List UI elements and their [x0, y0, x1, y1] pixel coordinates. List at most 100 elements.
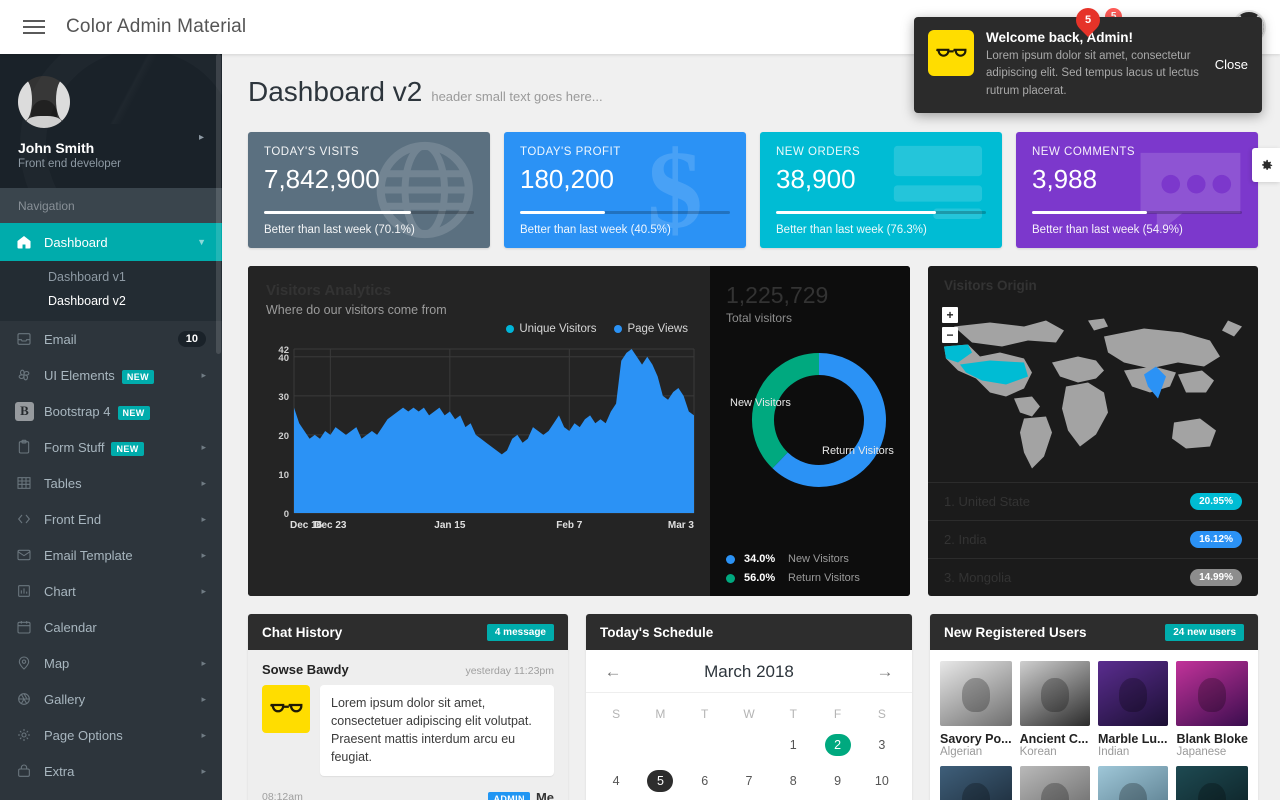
chat-timestamp: 08:12am: [262, 791, 303, 800]
sidebar-item-login-register[interactable]: Login & Register ▸: [0, 789, 222, 800]
sidebar-item-map[interactable]: Map ▸: [0, 645, 222, 681]
svg-text:20: 20: [278, 431, 289, 442]
calendar-day[interactable]: 6: [683, 763, 727, 799]
sidebar-new-tag: NEW: [121, 369, 155, 384]
calendar-day[interactable]: 5: [638, 763, 682, 799]
stat-card-new-orders[interactable]: NEW ORDERS 38,900 Better than last week …: [760, 132, 1002, 248]
arrow-right-icon[interactable]: →: [874, 662, 896, 682]
calendar-day[interactable]: 7: [727, 763, 771, 799]
zoom-in-button[interactable]: +: [942, 307, 958, 323]
sidebar-item-front-end[interactable]: Front End ▸: [0, 501, 222, 537]
zoom-out-button[interactable]: −: [942, 327, 958, 343]
sidebar-profile[interactable]: John Smith Front end developer ▸: [0, 54, 222, 188]
toast-close-button[interactable]: Close: [1211, 57, 1248, 72]
sidebar-item-dashboard[interactable]: Dashboard ▼: [0, 223, 222, 261]
sidebar-item-tables[interactable]: Tables ▸: [0, 465, 222, 501]
origin-row[interactable]: 2. India 16.12%: [928, 520, 1258, 558]
user-nationality: Algerian: [940, 746, 983, 758]
user-cell[interactable]: Blank Bloke Japanese: [1176, 661, 1248, 758]
arrow-left-icon[interactable]: ←: [602, 662, 624, 682]
bar-chart-icon: [16, 583, 44, 599]
page-subtitle: header small text goes here...: [431, 89, 603, 104]
world-map[interactable]: + −: [928, 299, 1258, 482]
sidebar-item-chart[interactable]: Chart ▸: [0, 573, 222, 609]
bag-icon: [16, 763, 44, 779]
svg-text:Jan 15: Jan 15: [434, 520, 466, 531]
toast-body: Lorem ipsum dolor sit amet, consectetur …: [986, 50, 1199, 97]
donut-key-label: Return Visitors: [788, 572, 860, 584]
legend-page-views[interactable]: Page Views: [614, 323, 688, 335]
user-cell[interactable]: Savory Po... Algerian: [940, 661, 1012, 758]
calendar-header: ← March 2018 →: [586, 650, 912, 693]
calendar-day[interactable]: 10: [860, 763, 904, 799]
origin-row[interactable]: 3. Mongolia 14.99%: [928, 558, 1258, 596]
chevron-down-icon: ▼: [197, 237, 206, 247]
origin-row[interactable]: 1. United State 20.95%: [928, 482, 1258, 520]
chat-message-list[interactable]: Sowse Bawdy yesterday 11:23pm Lorem ipsu…: [248, 650, 568, 800]
sidebar-item-page-options[interactable]: Page Options ▸: [0, 717, 222, 753]
users-grid: Savory Po... Algerian Ancient C... Korean Ma…: [940, 661, 1248, 800]
sidebar-item-gallery[interactable]: Gallery ▸: [0, 681, 222, 717]
chevron-right-icon: ▸: [201, 585, 206, 596]
user-cell[interactable]: [1176, 766, 1248, 800]
origin-country: 2. India: [944, 532, 987, 547]
sidebar-item-email[interactable]: Email 10: [0, 321, 222, 357]
map-zoom-controls: + −: [942, 307, 958, 347]
sidebar-scrollbar[interactable]: [216, 54, 221, 354]
calendar-blank: [727, 727, 771, 763]
user-cell[interactable]: [1019, 766, 1090, 800]
hamburger-icon[interactable]: [8, 0, 60, 54]
sidebar-item-bootstrap-4[interactable]: B Bootstrap 4 NEW: [0, 393, 222, 429]
origin-percent-badge: 14.99%: [1190, 569, 1242, 586]
sidebar-heading: Navigation: [0, 188, 222, 223]
donut-pct: 34.0%: [744, 553, 776, 565]
calendar-day[interactable]: 3: [860, 727, 904, 763]
bottom-row: Chat History 4 message Sowse Bawdy yeste…: [248, 614, 1258, 800]
sidebar-item-ui-elements[interactable]: UI Elements NEW ▸: [0, 357, 222, 393]
stat-footnote: Better than last week (40.5%): [520, 224, 671, 236]
user-name: Ancient C...: [1019, 732, 1089, 746]
user-cell[interactable]: Ancient C... Korean: [1019, 661, 1090, 758]
user-photo: [1176, 661, 1248, 726]
settings-gear-icon[interactable]: [1252, 148, 1280, 182]
sidebar-item-text: Bootstrap 4: [44, 403, 111, 419]
sidebar-item-form-stuff[interactable]: Form Stuff NEW ▸: [0, 429, 222, 465]
sidebar-subitem-dashboard-v2[interactable]: Dashboard v2: [0, 289, 222, 313]
chevron-right-icon: ▸: [201, 693, 206, 704]
user-cell[interactable]: Marble Lu... Indian: [1098, 661, 1169, 758]
visitors-origin-panel: Visitors Origin + − 1. United State 20.9…: [928, 266, 1258, 596]
calendar-day[interactable]: 4: [594, 763, 638, 799]
donut-chart-svg: [752, 353, 886, 487]
bootstrap-icon: B: [15, 401, 44, 421]
sidebar-user-role: Front end developer: [18, 158, 121, 170]
user-nationality: Japanese: [1176, 746, 1227, 758]
stat-card-todays-visits[interactable]: TODAY'S VISITS 7,842,900 Better than las…: [248, 132, 490, 248]
calendar-day[interactable]: 8: [771, 763, 815, 799]
map-pin-icon: [16, 655, 44, 671]
chat-bubble: Lorem ipsum dolor sit amet, consectetuer…: [320, 685, 554, 776]
sidebar-item-email-template[interactable]: Email Template ▸: [0, 537, 222, 573]
sidebar-subitem-dashboard-v1[interactable]: Dashboard v1: [0, 265, 222, 289]
sidebar-item-extra[interactable]: Extra ▸: [0, 753, 222, 789]
donut-chart: New Visitors Return Visitors: [726, 333, 896, 508]
sidebar-item-text: Form Stuff: [44, 439, 105, 455]
stat-value: 38,900: [776, 164, 856, 194]
chat-message-meta: 08:12am ADMIN Me: [262, 790, 554, 800]
sidebar-item-calendar[interactable]: Calendar: [0, 609, 222, 645]
sidebar-item-label: UI Elements NEW: [44, 368, 201, 384]
calendar-day[interactable]: 2: [815, 727, 859, 763]
calendar-day[interactable]: 9: [815, 763, 859, 799]
calendar-day[interactable]: 1: [771, 727, 815, 763]
chevron-right-icon: ▸: [201, 549, 206, 560]
donut-label-new: New Visitors: [730, 397, 791, 409]
legend-unique-visitors[interactable]: Unique Visitors: [506, 323, 596, 335]
stat-card-todays-profit[interactable]: $ TODAY'S PROFIT 180,200 Better than las…: [504, 132, 746, 248]
user-cell[interactable]: [940, 766, 1012, 800]
stat-card-new-comments[interactable]: NEW COMMENTS 3,988 Better than last week…: [1016, 132, 1258, 248]
svg-text:10: 10: [278, 470, 289, 481]
sidebar-item-label: Form Stuff NEW: [44, 439, 201, 456]
donut-pct: 56.0%: [744, 572, 776, 584]
sidebar-avatar: [18, 76, 70, 128]
user-cell[interactable]: [1098, 766, 1169, 800]
sidebar-item-label: Page Options: [44, 727, 123, 743]
